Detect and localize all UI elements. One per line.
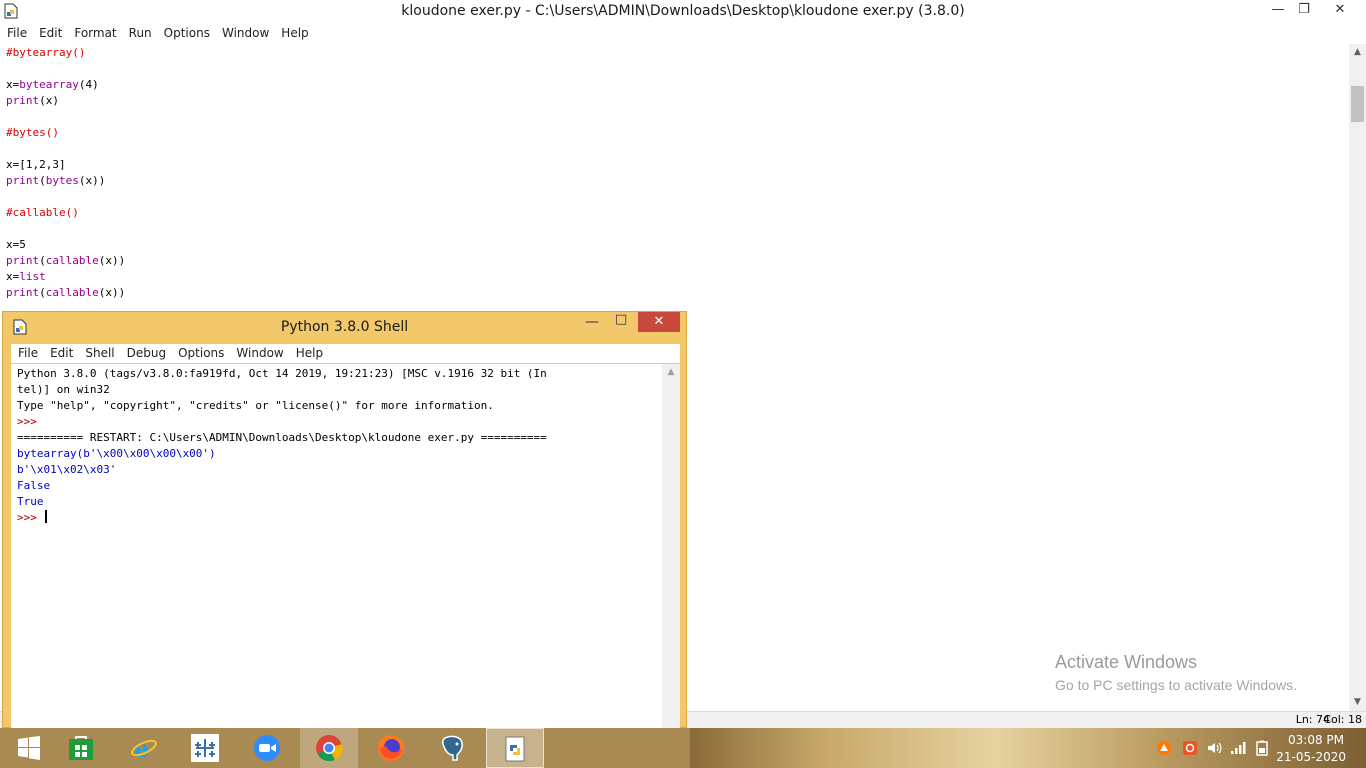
menu-file[interactable]: File — [0, 24, 33, 42]
taskbar-postgres[interactable] — [424, 728, 482, 768]
scroll-up-arrow-icon[interactable]: ▲ — [1349, 44, 1366, 61]
menu-options[interactable]: Options — [158, 24, 216, 42]
start-button[interactable] — [0, 728, 58, 768]
shell-close-button[interactable]: ✕ — [638, 312, 680, 332]
shell-minimize-button[interactable]: — — [585, 314, 599, 330]
code-line[interactable]: #bytes() — [6, 125, 59, 141]
shell-line: Python 3.8.0 (tags/v3.8.0:fa919fd, Oct 1… — [17, 367, 547, 380]
clock-time[interactable]: 03:08 PM — [1288, 733, 1344, 747]
store-icon — [69, 736, 93, 760]
shell-menu-help[interactable]: Help — [290, 344, 329, 362]
code-line[interactable]: #callable() — [6, 205, 79, 221]
clock-date[interactable]: 21-05-2020 — [1276, 750, 1346, 764]
text-cursor — [44, 510, 47, 523]
activate-windows-title: Activate Windows — [1055, 652, 1198, 672]
code-line[interactable]: x=5 — [6, 237, 26, 253]
activate-windows-subtitle: Go to PC settings to activate Windows. — [1055, 677, 1297, 693]
close-button[interactable]: ✕ — [1316, 0, 1364, 22]
zoom-icon — [254, 735, 280, 761]
editor-menubar: File Edit Format Run Options Window Help — [0, 24, 1366, 43]
shell-menu-file[interactable]: File — [11, 344, 44, 362]
internet-explorer-icon: e — [131, 734, 157, 762]
editor-scrollbar[interactable]: ▲ ▼ — [1349, 44, 1366, 711]
shell-maximize-button[interactable]: □ — [615, 312, 627, 327]
shell-menu-debug[interactable]: Debug — [121, 344, 172, 362]
taskbar-firefox[interactable] — [362, 728, 420, 768]
shell-window-title: Python 3.8.0 Shell — [280, 319, 409, 335]
code-line[interactable]: x=[1,2,3] — [6, 157, 66, 173]
system-tray: 03:08 PM 21-05-2020 — [1150, 728, 1366, 768]
shell-scrollbar[interactable]: ▲ — [662, 364, 680, 729]
shell-menu-edit[interactable]: Edit — [44, 344, 79, 362]
shell-output-line: bytearray(b'\x00\x00\x00\x00') — [17, 447, 216, 460]
shell-prompt: >>> — [17, 510, 47, 526]
shell-menu-options[interactable]: Options — [172, 344, 230, 362]
shell-menu-shell[interactable]: Shell — [79, 344, 120, 362]
shell-output-line: True — [17, 495, 44, 508]
scroll-up-arrow-icon[interactable]: ▲ — [662, 364, 680, 380]
shell-console[interactable]: Python 3.8.0 (tags/v3.8.0:fa919fd, Oct 1… — [11, 364, 662, 729]
taskbar-zoom[interactable] — [238, 728, 296, 768]
column-number-status: Col: 18 — [1323, 713, 1362, 726]
menu-edit[interactable]: Edit — [33, 24, 68, 42]
code-line[interactable]: print(x) — [6, 93, 59, 109]
taskbar-store[interactable] — [52, 728, 110, 768]
editor-scroll-thumb[interactable] — [1351, 86, 1364, 122]
scroll-down-arrow-icon[interactable]: ▼ — [1349, 694, 1366, 711]
python-shell-window[interactable]: Python 3.8.0 Shell — □ ✕ File Edit Shell De… — [2, 311, 687, 729]
chrome-icon — [316, 735, 343, 762]
code-line[interactable]: #bytearray() — [6, 45, 85, 61]
windows-logo-icon — [18, 736, 40, 760]
avast-icon[interactable] — [1156, 740, 1172, 756]
shell-line: tel)] on win32 — [17, 383, 110, 396]
menu-window[interactable]: Window — [216, 24, 275, 42]
taskbar-tableau[interactable] — [176, 728, 234, 768]
taskbar: e 03:08 PM 21-05-2020 — [0, 728, 1366, 768]
code-line[interactable]: x=bytearray(4) — [6, 77, 99, 93]
editor-titlebar[interactable]: kloudone exer.py - C:\Users\ADMIN\Downlo… — [0, 0, 1366, 24]
shell-prompt: >>> — [17, 415, 44, 428]
shell-line: ========== RESTART: C:\Users\ADMIN\Downl… — [17, 431, 547, 444]
shell-titlebar[interactable]: Python 3.8.0 Shell — □ ✕ — [3, 312, 686, 342]
firefox-icon — [378, 735, 404, 761]
code-line[interactable]: print(callable(x)) — [6, 253, 125, 269]
editor-window-title: kloudone exer.py - C:\Users\ADMIN\Downlo… — [401, 3, 965, 19]
code-line[interactable]: x=list — [6, 269, 46, 285]
menu-format[interactable]: Format — [68, 24, 122, 42]
shell-menu-window[interactable]: Window — [230, 344, 289, 362]
menu-help[interactable]: Help — [275, 24, 314, 42]
taskbar-python-idle[interactable] — [486, 728, 544, 768]
battery-icon[interactable] — [1254, 740, 1270, 756]
shell-output-line: b'\x01\x02\x03' — [17, 463, 117, 476]
ubuntu-tray-icon[interactable] — [1182, 740, 1198, 756]
code-line[interactable]: print(bytes(x)) — [6, 173, 105, 189]
shell-line: Type "help", "copyright", "credits" or "… — [17, 399, 494, 412]
postgresql-icon — [442, 735, 463, 761]
code-line[interactable]: print(callable(x)) — [6, 285, 125, 301]
menu-run[interactable]: Run — [123, 24, 158, 42]
volume-icon[interactable] — [1206, 740, 1222, 756]
taskbar-ie[interactable]: e — [115, 728, 173, 768]
python-idle-icon — [505, 736, 525, 762]
tableau-icon — [191, 734, 219, 762]
shell-output-line: False — [17, 479, 51, 492]
network-signal-icon[interactable] — [1230, 740, 1246, 756]
taskbar-chrome[interactable] — [300, 728, 358, 768]
shell-menubar: File Edit Shell Debug Options Window Help — [11, 344, 680, 363]
